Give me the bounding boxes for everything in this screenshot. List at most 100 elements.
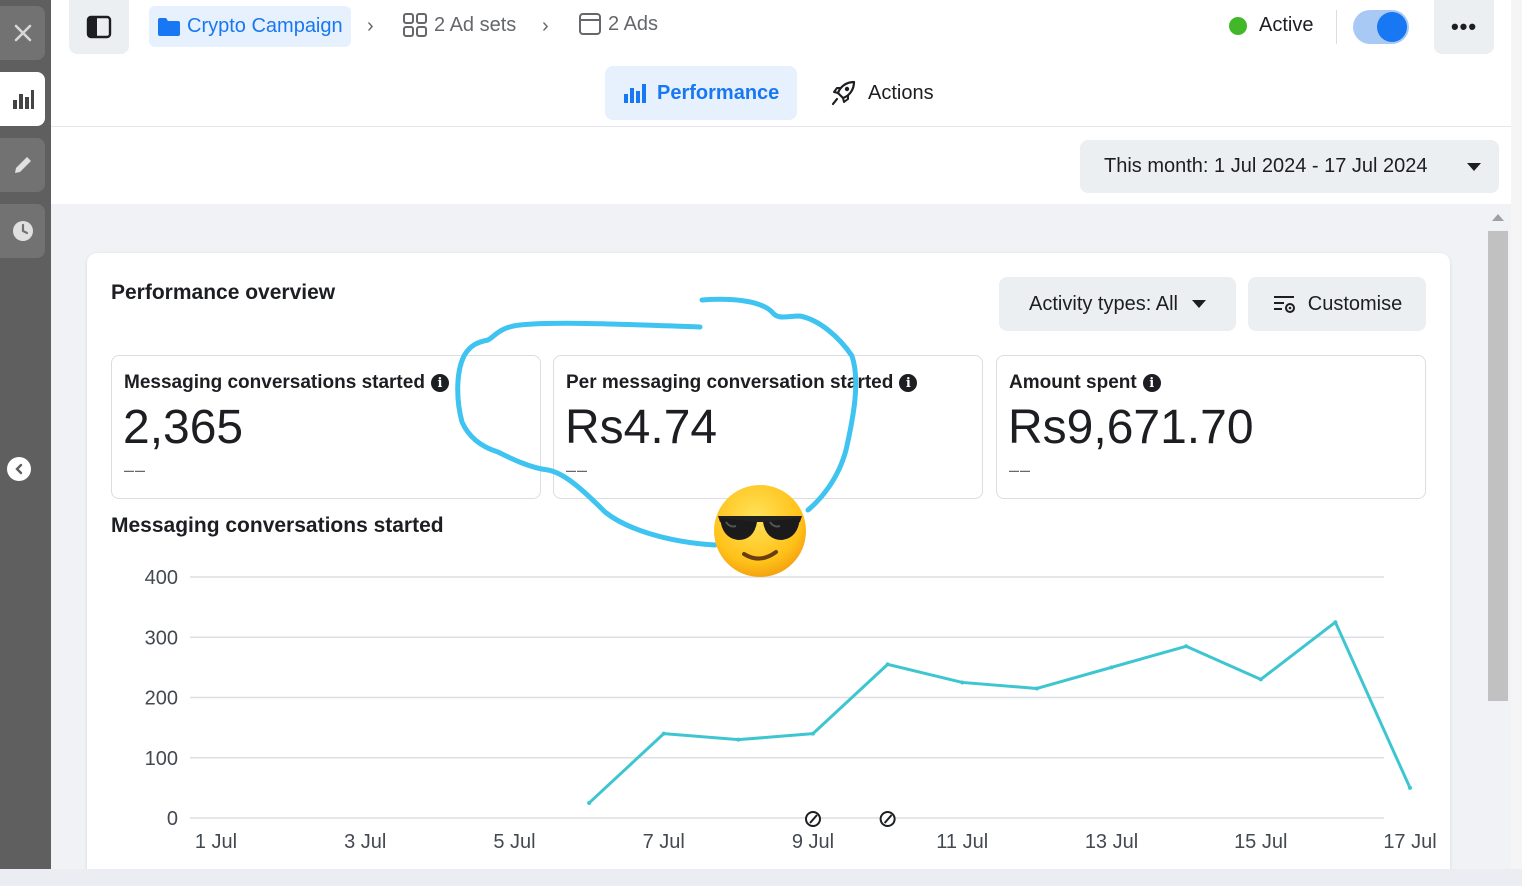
tab-actions-label: Actions [868, 81, 934, 104]
date-range-label: This month: 1 Jul 2024 - 17 Jul 2024 [1104, 155, 1428, 177]
sunglasses-emoji-icon [714, 485, 806, 577]
activity-types-label: Activity types: All [1029, 292, 1178, 315]
breadcrumb-ad-sets-label: 2 Ad sets [434, 13, 517, 36]
data-point[interactable] [1408, 785, 1412, 790]
chevron-right-icon: › [542, 15, 549, 37]
x-tick-label: 11 Jul [936, 831, 988, 853]
data-point[interactable] [885, 662, 890, 667]
metric-card-conversations[interactable]: Messaging conversations started i 2,365 … [111, 355, 541, 499]
info-icon[interactable]: i [1142, 374, 1161, 392]
tab-performance-label: Performance [657, 81, 780, 104]
metric-value: 2,365 [123, 401, 244, 454]
data-point[interactable] [587, 800, 592, 805]
status-dot [1229, 16, 1247, 35]
metric-label: Messaging conversations started i [124, 372, 449, 394]
scrollbar[interactable] [1484, 204, 1511, 886]
bar-chart-icon [12, 90, 34, 109]
metric-label-text: Per messaging conversation started [566, 372, 894, 393]
data-point[interactable] [661, 731, 666, 736]
data-point[interactable] [1109, 665, 1114, 670]
chevron-left-icon [15, 463, 23, 475]
info-icon[interactable]: i [899, 374, 918, 392]
divider [1336, 10, 1337, 44]
x-tick-label: 17 Jul [1383, 831, 1436, 853]
close-button[interactable] [0, 6, 45, 60]
scroll-up-arrow[interactable] [1492, 214, 1504, 221]
side-panel-icon [86, 15, 112, 39]
y-tick-label: 100 [145, 748, 178, 770]
left-rail [0, 0, 51, 886]
performance-nav-button[interactable] [0, 72, 45, 126]
card-title: Performance overview [111, 281, 336, 304]
status-label: Active [1259, 14, 1314, 36]
y-tick-label: 0 [167, 808, 178, 830]
window-edge [1511, 0, 1522, 886]
close-icon [14, 24, 31, 42]
more-options-button[interactable]: ••• [1434, 0, 1494, 54]
y-tick-label: 400 [145, 567, 178, 589]
metric-value: Rs9,671.70 [1008, 401, 1254, 454]
x-tick-label: 3 Jul [344, 831, 386, 853]
x-tick-label: 15 Jul [1234, 831, 1287, 853]
taskbar [0, 869, 1522, 886]
event-marker-icon[interactable] [879, 811, 896, 827]
active-toggle[interactable] [1353, 10, 1409, 44]
ad-icon [579, 13, 601, 35]
y-tick-label: 300 [145, 627, 178, 649]
metric-card-amount-spent[interactable]: Amount spent i Rs9,671.70 –– [996, 355, 1426, 499]
tab-performance[interactable]: Performance [605, 66, 798, 120]
data-point[interactable] [1184, 644, 1189, 649]
breadcrumb-ads-label: 2 Ads [608, 12, 659, 35]
scroll-thumb[interactable] [1488, 231, 1508, 701]
history-nav-button[interactable] [0, 204, 45, 258]
conversations-line-chart: 0 100 200 300 400 1 Jul 3 Jul 5 Jul 7 Jul 9 Jul 11… [145, 567, 1437, 853]
metric-label: Per messaging conversation started i [566, 372, 918, 394]
caret-down-icon [1467, 162, 1481, 171]
toggle-knob [1377, 12, 1407, 42]
date-row: This month: 1 Jul 2024 - 17 Jul 2024 [51, 127, 1511, 204]
metric-comparison: –– [1009, 460, 1032, 480]
y-tick-label: 200 [145, 688, 178, 710]
breadcrumb-campaign[interactable]: Crypto Campaign [149, 6, 351, 47]
breadcrumb-ads[interactable]: 2 Ads [578, 12, 658, 36]
x-tick-label: 5 Jul [493, 831, 535, 853]
edit-nav-button[interactable] [0, 138, 45, 192]
rocket-icon [831, 80, 856, 106]
metric-label-text: Messaging conversations started [124, 372, 425, 393]
caret-down-icon [1191, 300, 1206, 308]
x-tick-label: 1 Jul [195, 831, 237, 853]
data-point[interactable] [960, 680, 965, 685]
x-tick-label: 13 Jul [1085, 831, 1138, 853]
clock-icon [12, 221, 33, 241]
series-line[interactable] [588, 620, 1412, 805]
status-indicator: Active [1229, 14, 1313, 37]
customise-button[interactable]: Customise [1248, 277, 1426, 331]
x-tick-label: 9 Jul [792, 831, 834, 853]
grid-icon [403, 13, 427, 37]
toggle-panel-button[interactable] [69, 0, 129, 54]
metric-card-cost-per-conversation[interactable]: Per messaging conversation started i Rs4… [553, 355, 983, 499]
collapse-button[interactable] [7, 457, 31, 481]
data-point[interactable] [1258, 677, 1263, 682]
activity-types-dropdown[interactable]: Activity types: All [999, 277, 1236, 331]
top-bar: Crypto Campaign › 2 Ad sets › 2 Ads Acti… [51, 0, 1511, 127]
data-point[interactable] [736, 737, 741, 742]
chevron-right-icon: › [367, 15, 374, 37]
folder-icon [158, 17, 180, 36]
breadcrumb-ad-sets[interactable]: 2 Ad sets [402, 12, 516, 38]
data-point[interactable] [1034, 686, 1039, 691]
info-icon[interactable]: i [430, 374, 449, 392]
customise-label: Customise [1307, 292, 1403, 315]
more-icon: ••• [1450, 14, 1478, 39]
metric-comparison: –– [124, 460, 147, 480]
data-point[interactable] [811, 731, 815, 736]
breadcrumb-campaign-label: Crypto Campaign [187, 15, 343, 37]
chart-title: Messaging conversations started [111, 514, 444, 537]
pencil-icon [14, 157, 31, 173]
bar-chart-icon [624, 84, 646, 103]
data-point[interactable] [1333, 620, 1338, 625]
event-marker-icon[interactable] [805, 811, 821, 827]
date-range-picker[interactable]: This month: 1 Jul 2024 - 17 Jul 2024 [1080, 140, 1499, 193]
metric-label-text: Amount spent [1009, 372, 1137, 393]
tab-actions[interactable]: Actions [812, 66, 952, 120]
